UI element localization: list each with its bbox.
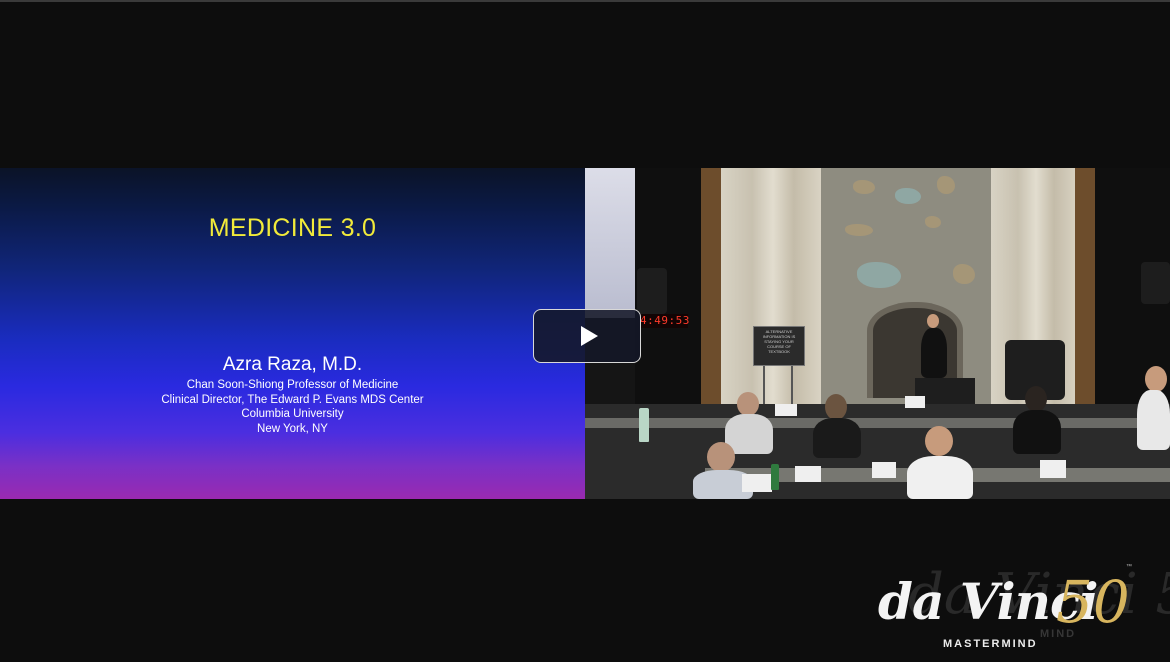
audience-head [825,394,847,420]
stone [925,216,941,228]
presenter-role: Clinical Director, The Edward P. Evans M… [161,393,424,406]
audience-head [737,392,759,416]
speaker-left [637,268,667,314]
conference-table [585,418,1170,428]
presenter-figure [921,328,947,378]
stone [853,180,875,194]
audience-head [707,442,735,472]
stone [845,224,873,236]
stone [857,262,901,288]
stone [953,264,975,284]
water-bottle [639,408,649,442]
projection-screen [585,168,635,318]
presenter-title: Chan Soon-Shiong Professor of Medicine [186,379,399,391]
easel-leg [791,366,793,406]
logo-subtitle-watermark: MIND [1040,628,1077,640]
name-tent [775,404,797,416]
logo-subtitle: MASTERMIND [943,638,1038,650]
audience-member [907,456,973,499]
name-tent [1040,460,1066,478]
name-tent [905,396,925,408]
presenter-location: New York, NY [257,422,328,435]
play-icon [580,326,598,346]
slide-title: MEDICINE 3.0 [208,214,377,242]
easel-leg [763,366,765,406]
audience-member [1013,410,1061,454]
stone [895,188,921,204]
presentation-slide: MEDICINE 3.0 Azra Raza, M.D. Chan Soon-S… [0,168,585,499]
name-tent [795,466,821,482]
presenter-head [927,314,939,328]
presenter-name: Azra Raza, M.D. [222,354,363,375]
audience-head [1145,366,1167,392]
name-tent [742,474,772,492]
logo-number: 50 [1056,568,1130,636]
wood-frame-right [1075,168,1095,408]
play-button[interactable] [533,309,641,363]
audience-head [925,426,953,456]
stone [937,176,955,194]
speaker-right [1141,262,1170,304]
audience-head [1025,386,1047,412]
presenter-details: Chan Soon-Shiong Professor of Medicine C… [0,378,585,436]
audience-member [1137,390,1170,450]
audience-member [813,418,861,458]
curtain-left [721,168,825,408]
logo-trademark: ™ [1126,564,1132,570]
presenter-institution: Columbia University [241,408,344,420]
easel-sign: ALTERNATIVE INFORMATION IS STAYING YOUR … [753,326,805,366]
name-tent [872,462,896,478]
top-border [0,0,1170,2]
wood-frame-left [701,168,721,408]
room-video-feed: 4:49:53 ALTERNATIVE INFORMATION IS STAYI… [585,168,1170,499]
da-vinci-50-logo: da Vinci 50 da Vinci 50 ™ MIND MASTERMIN… [868,558,1170,654]
countdown-timer: 4:49:53 [640,314,690,328]
water-bottle [771,464,779,490]
